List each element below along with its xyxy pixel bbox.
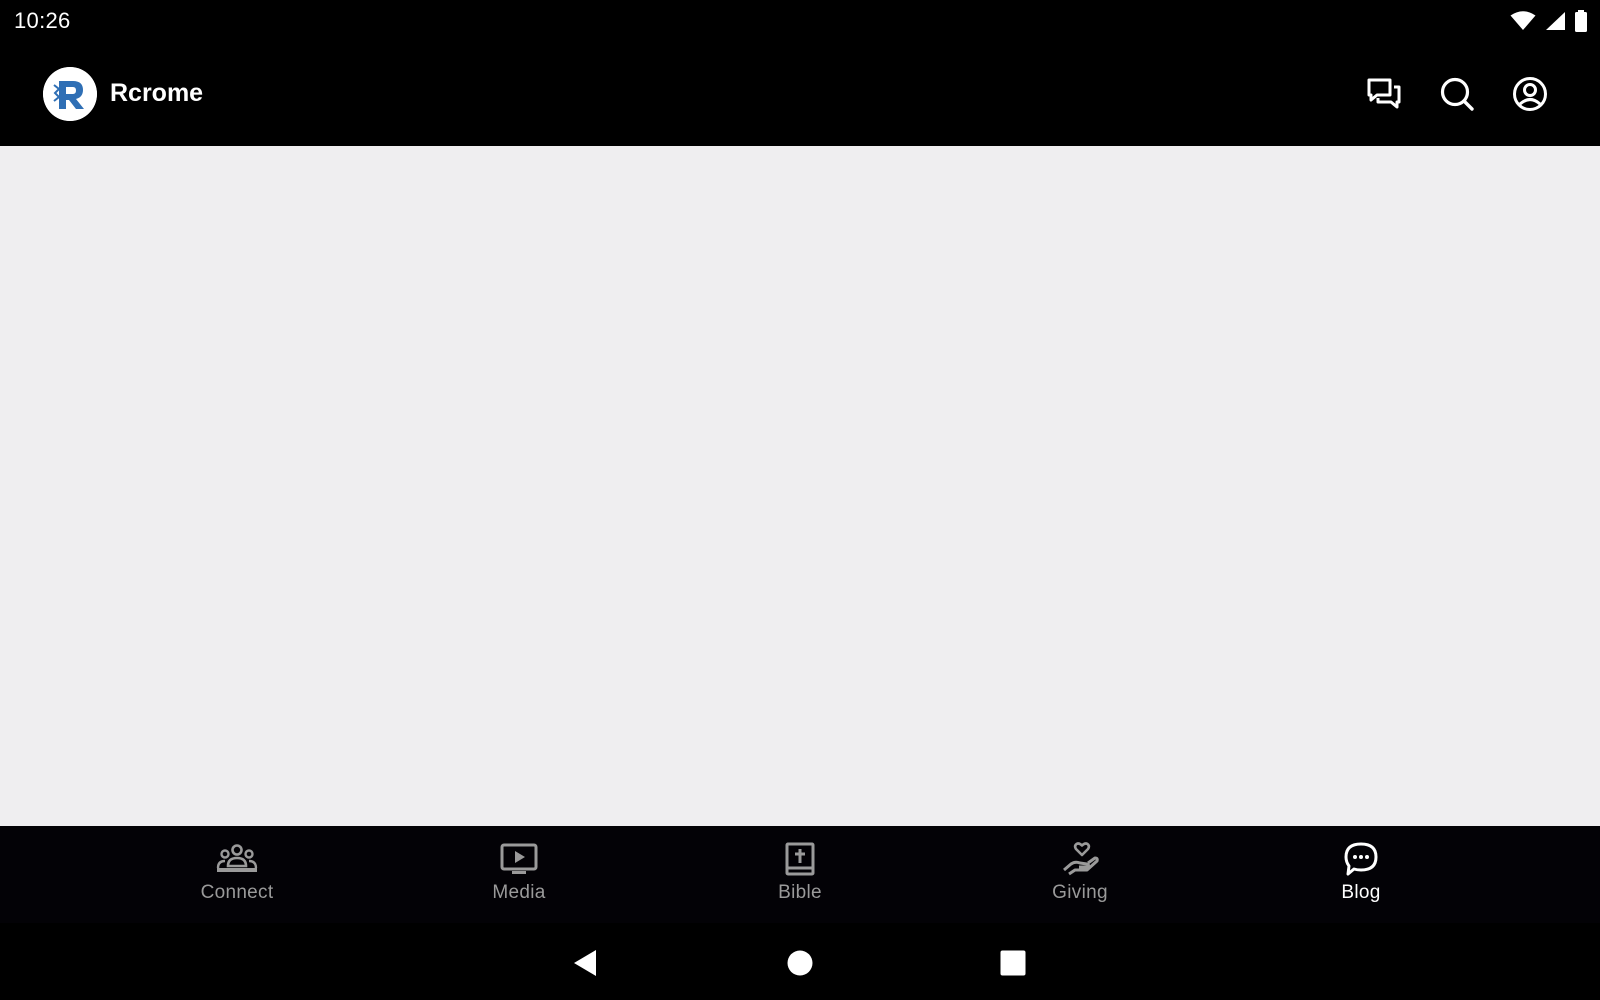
nav-item-connect[interactable]: Connect (157, 826, 317, 923)
nav-label-giving: Giving (1052, 882, 1108, 903)
search-icon (1440, 77, 1474, 111)
nav-item-media[interactable]: Media (439, 826, 599, 923)
main-content (0, 146, 1600, 826)
system-navigation-bar (0, 923, 1600, 1000)
app-title: Rcrome (110, 79, 204, 107)
system-home-button[interactable] (780, 943, 820, 983)
status-time: 10:26 (14, 8, 71, 33)
logo-r-icon (43, 67, 97, 121)
nav-item-blog[interactable]: Blog (1281, 826, 1441, 923)
system-recents-button[interactable] (993, 943, 1033, 983)
chat-button[interactable] (1360, 70, 1408, 118)
recents-icon (1000, 950, 1026, 976)
battery-icon (1574, 10, 1588, 32)
back-icon (574, 950, 596, 976)
bible-icon (785, 842, 815, 876)
nav-item-bible[interactable]: Bible (720, 826, 880, 923)
bottom-navigation: Connect Media Bible Giving Blog (0, 826, 1600, 923)
app-bar: Rcrome (0, 42, 1600, 146)
tv-play-icon (500, 842, 538, 876)
search-button[interactable] (1433, 70, 1481, 118)
home-icon (787, 950, 813, 976)
app-screen: 10:26 Rcrome Connect Media Bible Giving … (0, 0, 1600, 1000)
account-circle-icon (1513, 77, 1547, 111)
chat-bubble-dots-icon (1343, 842, 1379, 876)
chat-icon (1367, 78, 1401, 109)
nav-label-blog: Blog (1341, 882, 1381, 903)
account-button[interactable] (1506, 70, 1554, 118)
cell-signal-icon (1544, 11, 1566, 31)
nav-item-giving[interactable]: Giving (1000, 826, 1160, 923)
nav-label-bible: Bible (778, 882, 822, 903)
nav-label-media: Media (492, 882, 546, 903)
app-logo[interactable] (43, 67, 97, 121)
system-back-button[interactable] (565, 943, 605, 983)
wifi-icon (1510, 11, 1536, 31)
status-icons (1510, 10, 1588, 32)
nav-label-connect: Connect (200, 882, 274, 903)
status-bar: 10:26 (0, 0, 1600, 42)
people-group-icon (216, 842, 258, 876)
giving-hand-icon (1061, 842, 1099, 876)
